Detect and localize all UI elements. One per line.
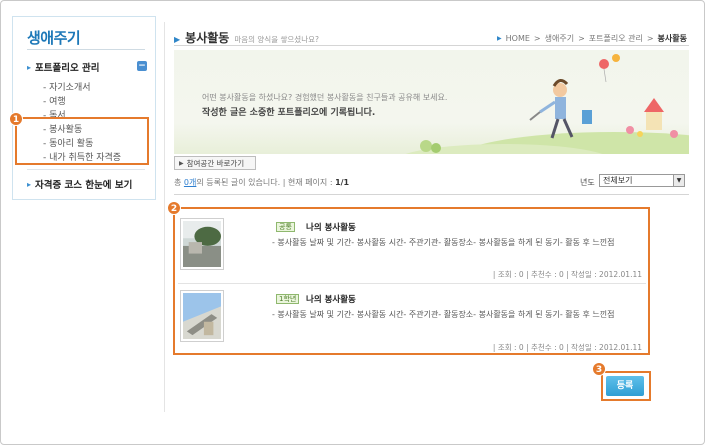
page-indicator: 1/1: [335, 178, 350, 187]
post-count: 총 0개의 등록된 글이 있습니다. | 현재 페이지 : 1/1: [174, 178, 350, 187]
highlight-box-sidebar: [15, 117, 149, 165]
breadcrumb-lifecycle[interactable]: 생애주기: [545, 33, 574, 44]
banner: 어떤 봉사활동을 하셨나요? 경험했던 봉사활동을 친구들과 공유해 보세요. …: [174, 50, 689, 154]
breadcrumb: ▶ HOME > 생애주기 > 포트폴리오 관리 > 봉사활동: [497, 33, 687, 44]
highlight-box-register: [601, 371, 651, 401]
sidebar-item-intro[interactable]: - 자기소개서: [43, 80, 91, 93]
callout-badge-3: 3: [592, 362, 606, 376]
column-divider: [164, 22, 165, 412]
shortcut-button[interactable]: ▶ 참여공간 바로가기: [174, 156, 256, 170]
year-select[interactable]: 전체보기 ▼: [599, 174, 685, 187]
sidebar-section-label: 포트폴리오 관리: [35, 63, 100, 74]
sidebar-section-certificate-course[interactable]: ▸ 자격증 코스 한눈에 보기: [27, 177, 147, 192]
sidebar: 생애주기 ▸ 포트폴리오 관리 − - 자기소개서 - 여행 - 독서 - 봉사…: [12, 16, 156, 200]
arrow-right-icon: ▶: [179, 159, 184, 167]
breadcrumb-home[interactable]: HOME: [506, 34, 530, 43]
collapse-icon[interactable]: −: [137, 61, 147, 71]
year-label: 년도: [580, 178, 595, 187]
breadcrumb-current: 봉사활동: [657, 34, 687, 43]
chevron-right-icon: >: [578, 34, 585, 43]
breadcrumb-portfolio[interactable]: 포트폴리오 관리: [589, 33, 643, 44]
callout-badge-1: 1: [9, 112, 23, 126]
sidebar-title: 생애주기: [27, 29, 81, 47]
list-divider: [174, 194, 689, 195]
arrow-right-icon: ▸: [27, 62, 32, 72]
page-title: ▶ 봉사활동 마음의 양식을 쌓으셨나요?: [174, 31, 319, 45]
sidebar-divider: [27, 49, 145, 50]
header-divider: [174, 45, 689, 46]
arrow-right-icon: ▸: [27, 179, 32, 189]
sidebar-item-travel[interactable]: - 여행: [43, 94, 66, 107]
highlight-box-list: [173, 207, 650, 355]
arrow-right-icon: ▶: [497, 35, 502, 42]
chevron-right-icon: >: [646, 34, 654, 43]
banner-note-text: 작성한 글은 소중한 포트폴리오에 기록됩니다.: [202, 108, 376, 118]
banner-intro-text: 어떤 봉사활동을 하셨나요? 경험했던 봉사활동을 친구들과 공유해 보세요.: [202, 93, 448, 102]
chevron-right-icon: >: [533, 34, 541, 43]
page-subtitle: 마음의 양식을 쌓으셨나요?: [234, 35, 319, 44]
chevron-down-icon[interactable]: ▼: [673, 175, 684, 186]
sidebar-section-label: 자격증 코스 한눈에 보기: [35, 180, 133, 191]
sidebar-section-portfolio[interactable]: ▸ 포트폴리오 관리 −: [27, 60, 147, 74]
callout-badge-2: 2: [167, 201, 181, 215]
sidebar-divider: [27, 169, 145, 170]
arrow-right-icon: ▶: [174, 35, 181, 44]
post-count-number[interactable]: 0개: [184, 178, 196, 187]
